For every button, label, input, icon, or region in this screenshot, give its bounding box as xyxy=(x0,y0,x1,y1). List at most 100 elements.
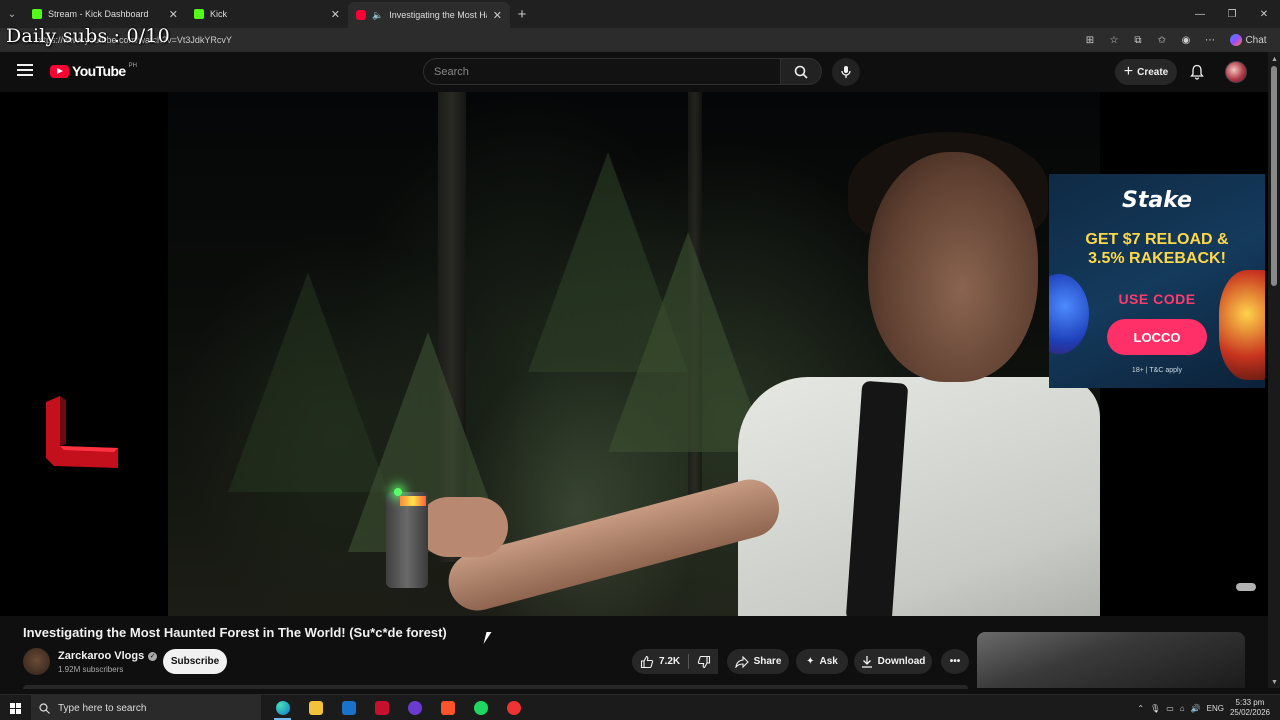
search-input[interactable]: Search xyxy=(423,58,781,85)
bell-icon xyxy=(1190,64,1204,80)
daily-subs-overlay: Daily subs : 0/10 xyxy=(6,25,170,47)
page-scrollbar[interactable]: ▲ ▼ xyxy=(1268,52,1280,688)
microphone-tray-icon[interactable]: 🎙 xyxy=(1150,704,1160,713)
network-tray-icon[interactable]: ⌂ xyxy=(1180,704,1185,713)
more-actions-button[interactable]: ••• xyxy=(941,649,969,674)
favorite-star-icon[interactable]: ☆ xyxy=(1104,30,1124,50)
language-indicator[interactable]: ENG xyxy=(1207,704,1224,713)
volume-tray-icon[interactable]: 🔊 xyxy=(1191,704,1201,713)
more-options-icon[interactable]: ⋯ xyxy=(1200,30,1220,50)
ad-roulette-graphic xyxy=(1219,270,1265,380)
sparkle-icon: ✦ xyxy=(806,656,815,667)
ad-brand: Stake xyxy=(1122,188,1192,213)
streaming-app-icon[interactable] xyxy=(497,695,530,720)
youtube-logo[interactable]: YouTube PH xyxy=(50,63,137,79)
youtube-icon xyxy=(356,10,366,20)
scroll-up-icon[interactable]: ▲ xyxy=(1271,56,1278,63)
channel-avatar[interactable] xyxy=(23,648,50,675)
video-player[interactable]: Stake GET $7 RELOAD & 3.5% RAKEBACK! USE… xyxy=(0,92,1268,616)
microphone-icon xyxy=(841,66,851,78)
related-video-thumbnail[interactable] xyxy=(977,632,1245,688)
thumbs-up-icon xyxy=(640,655,654,668)
profile-icon[interactable]: ◉ xyxy=(1176,30,1196,50)
taskbar-apps xyxy=(266,695,530,720)
minimize-icon[interactable]: — xyxy=(1184,0,1216,28)
share-button[interactable]: Share xyxy=(727,649,789,674)
ad-ball-graphic xyxy=(1049,274,1089,354)
scrollbar-thumb[interactable] xyxy=(1271,66,1277,286)
tab-title: Investigating the Most Haunted xyxy=(389,10,487,20)
close-tab-icon[interactable]: ✕ xyxy=(169,8,178,21)
close-tab-icon[interactable]: ✕ xyxy=(331,8,340,21)
tab-kick-dashboard[interactable]: Stream - Kick Dashboard ✕ xyxy=(24,0,186,28)
logo-text: YouTube xyxy=(72,63,126,79)
show-hidden-icons-icon[interactable]: ⌃ xyxy=(1137,704,1144,713)
search-icon xyxy=(794,65,808,79)
windows-taskbar: Type here to search ⌃ 🎙 ▭ ⌂ 🔊 ENG 5:33 p… xyxy=(0,694,1280,720)
window-controls: — ❐ ✕ xyxy=(1184,0,1280,28)
taskbar-search-placeholder: Type here to search xyxy=(58,702,147,714)
outlook-icon[interactable] xyxy=(332,695,365,720)
stake-ad-overlay[interactable]: Stake GET $7 RELOAD & 3.5% RAKEBACK! USE… xyxy=(1049,174,1265,388)
menu-icon[interactable] xyxy=(17,64,33,76)
scroll-down-icon[interactable]: ▼ xyxy=(1271,679,1278,686)
tab-actions-chevron-icon[interactable]: ⌄ xyxy=(0,0,24,28)
player-control-pill[interactable] xyxy=(1236,583,1256,591)
extensions-icon[interactable]: ⧉ xyxy=(1128,30,1148,50)
download-button[interactable]: Download xyxy=(854,649,932,674)
ad-code-button[interactable]: LOCCO xyxy=(1107,319,1207,355)
voice-search-button[interactable] xyxy=(832,58,860,86)
country-code: PH xyxy=(128,63,137,69)
favorites-icon[interactable]: ✩ xyxy=(1152,30,1172,50)
kick-icon xyxy=(32,9,42,19)
new-tab-icon[interactable]: + xyxy=(510,0,534,28)
notifications-button[interactable] xyxy=(1188,62,1206,82)
tab-title: Stream - Kick Dashboard xyxy=(48,9,149,19)
close-tab-icon[interactable]: ✕ xyxy=(493,9,502,22)
spotify-icon[interactable] xyxy=(464,695,497,720)
ad-terms: 18+ | T&C apply xyxy=(1131,367,1183,374)
ad-headline: GET $7 RELOAD & 3.5% RAKEBACK! xyxy=(1085,231,1229,267)
file-explorer-icon[interactable] xyxy=(299,695,332,720)
display-tray-icon[interactable]: ▭ xyxy=(1166,704,1174,713)
chat-label: Chat xyxy=(1245,34,1267,46)
system-tray: ⌃ 🎙 ▭ ⌂ 🔊 ENG 5:33 pm 25/02/2026 xyxy=(1137,695,1280,720)
start-button[interactable] xyxy=(0,695,30,720)
ad-use-code: USE CODE xyxy=(1118,291,1196,307)
speaker-icon[interactable]: 🔈 xyxy=(372,10,383,21)
app-available-icon[interactable]: ⊞ xyxy=(1080,30,1100,50)
subscribe-button[interactable]: Subscribe xyxy=(163,649,227,674)
obs-icon[interactable] xyxy=(398,695,431,720)
tab-youtube-video[interactable]: 🔈 Investigating the Most Haunted ✕ xyxy=(348,2,510,28)
person-face xyxy=(868,152,1038,382)
copilot-chat-button[interactable]: Chat xyxy=(1224,30,1272,50)
url-field[interactable]: https://www.youtube.com/watch?v=Vt3JdkYR… xyxy=(30,31,1108,49)
clock[interactable]: 5:33 pm 25/02/2026 xyxy=(1230,698,1270,718)
tab-title: Kick xyxy=(210,9,228,19)
kick-overlay-logo xyxy=(46,396,118,468)
brave-icon[interactable] xyxy=(431,695,464,720)
emf-device xyxy=(386,488,428,588)
search-button[interactable] xyxy=(780,58,822,85)
verified-check-icon: ✓ xyxy=(148,651,158,661)
like-count: 7.2K xyxy=(659,656,681,667)
create-button[interactable]: + Create xyxy=(1115,59,1177,85)
thumbs-down-icon xyxy=(697,655,710,668)
download-label: Download xyxy=(877,656,926,667)
dislike-button[interactable] xyxy=(689,649,718,674)
subscriber-count: 1.92M subscribers xyxy=(58,665,124,674)
edge-icon[interactable] xyxy=(266,695,299,720)
account-avatar[interactable] xyxy=(1225,61,1247,83)
clock-date: 25/02/2026 xyxy=(1229,708,1270,717)
browser-toolbar: ⊞ ☆ ⧉ ✩ ◉ ⋯ Chat xyxy=(1080,28,1272,52)
acrobat-icon[interactable] xyxy=(365,695,398,720)
description-box[interactable] xyxy=(23,685,968,689)
tab-kick[interactable]: Kick ✕ xyxy=(186,0,348,28)
close-window-icon[interactable]: ✕ xyxy=(1248,0,1280,28)
browser-tab-bar: ⌄ Stream - Kick Dashboard ✕ Kick ✕ 🔈 Inv… xyxy=(0,0,1280,28)
ask-button[interactable]: ✦ Ask xyxy=(796,649,848,674)
taskbar-search[interactable]: Type here to search xyxy=(31,695,261,720)
channel-name[interactable]: Zarckaroo Vlogs xyxy=(58,650,144,662)
channel-name-row[interactable]: Zarckaroo Vlogs ✓ xyxy=(58,650,158,662)
restore-icon[interactable]: ❐ xyxy=(1216,0,1248,28)
